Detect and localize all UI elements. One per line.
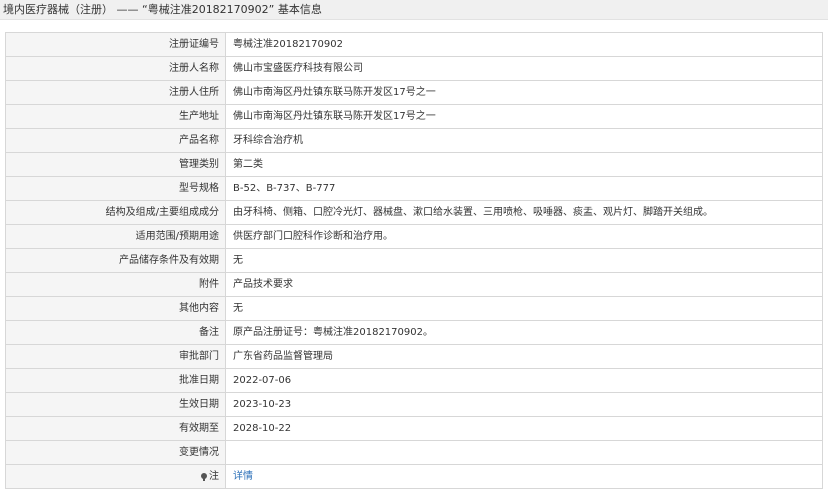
table-row: 附件 产品技术要求 <box>5 272 823 297</box>
table-row: 结构及组成/主要组成成分 由牙科椅、侧箱、口腔冷光灯、器械盘、漱口给水装置、三用… <box>5 200 823 225</box>
table-row: 有效期至 2028-10-22 <box>5 416 823 441</box>
table-row: 批准日期 2022-07-06 <box>5 368 823 393</box>
row-label: 备注 <box>5 320 226 345</box>
row-value: 供医疗部门口腔科作诊断和治疗用。 <box>225 224 823 249</box>
detail-link[interactable]: 详情 <box>233 471 253 482</box>
registration-info-table: 注册证编号 粤械注准20182170902 注册人名称 佛山市宝盛医疗科技有限公… <box>5 32 823 489</box>
pin-icon <box>201 473 207 481</box>
row-value: 无 <box>225 248 823 273</box>
row-value <box>225 440 823 465</box>
table-row: 其他内容 无 <box>5 296 823 321</box>
table-row: 变更情况 <box>5 440 823 465</box>
table-row: 产品储存条件及有效期 无 <box>5 248 823 273</box>
row-value: 2022-07-06 <box>225 368 823 393</box>
row-label: 产品储存条件及有效期 <box>5 248 226 273</box>
row-value: 原产品注册证号：粤械注准20182170902。 <box>225 320 823 345</box>
row-label: 生效日期 <box>5 392 226 417</box>
table-row: 管理类别 第二类 <box>5 152 823 177</box>
note-label: 注 <box>209 471 219 482</box>
row-label: 型号规格 <box>5 176 226 201</box>
table-row: 注册证编号 粤械注准20182170902 <box>5 32 823 57</box>
row-value: B-52、B-737、B-777 <box>225 176 823 201</box>
table-row: 生效日期 2023-10-23 <box>5 392 823 417</box>
row-label: 注册人名称 <box>5 56 226 81</box>
row-value: 第二类 <box>225 152 823 177</box>
table-row: 型号规格 B-52、B-737、B-777 <box>5 176 823 201</box>
row-label: 批准日期 <box>5 368 226 393</box>
table-row: 生产地址 佛山市南海区丹灶镇东联马陈开发区17号之一 <box>5 104 823 129</box>
row-label: 审批部门 <box>5 344 226 369</box>
row-value: 佛山市宝盛医疗科技有限公司 <box>225 56 823 81</box>
row-value: 由牙科椅、侧箱、口腔冷光灯、器械盘、漱口给水装置、三用喷枪、吸唾器、痰盂、观片灯… <box>225 200 823 225</box>
note-value-cell: 详情 <box>225 464 823 489</box>
row-value: 产品技术要求 <box>225 272 823 297</box>
note-row: 注 详情 <box>5 464 823 489</box>
row-label: 管理类别 <box>5 152 226 177</box>
note-label-cell: 注 <box>5 464 226 489</box>
row-value: 2028-10-22 <box>225 416 823 441</box>
table-row: 注册人名称 佛山市宝盛医疗科技有限公司 <box>5 56 823 81</box>
row-label: 有效期至 <box>5 416 226 441</box>
row-label: 生产地址 <box>5 104 226 129</box>
table-row: 审批部门 广东省药品监督管理局 <box>5 344 823 369</box>
row-label: 注册人住所 <box>5 80 226 105</box>
row-value: 2023-10-23 <box>225 392 823 417</box>
row-label: 注册证编号 <box>5 32 226 57</box>
page-title: 境内医疗器械（注册） —— “粤械注准20182170902” 基本信息 <box>0 0 828 20</box>
row-label: 其他内容 <box>5 296 226 321</box>
row-value: 粤械注准20182170902 <box>225 32 823 57</box>
row-value: 牙科综合治疗机 <box>225 128 823 153</box>
row-label: 变更情况 <box>5 440 226 465</box>
row-value: 广东省药品监督管理局 <box>225 344 823 369</box>
table-row: 备注 原产品注册证号：粤械注准20182170902。 <box>5 320 823 345</box>
table-row: 注册人住所 佛山市南海区丹灶镇东联马陈开发区17号之一 <box>5 80 823 105</box>
row-value: 佛山市南海区丹灶镇东联马陈开发区17号之一 <box>225 80 823 105</box>
row-value: 无 <box>225 296 823 321</box>
row-label: 附件 <box>5 272 226 297</box>
row-label: 适用范围/预期用途 <box>5 224 226 249</box>
row-label: 产品名称 <box>5 128 226 153</box>
table-row: 适用范围/预期用途 供医疗部门口腔科作诊断和治疗用。 <box>5 224 823 249</box>
row-label: 结构及组成/主要组成成分 <box>5 200 226 225</box>
row-value: 佛山市南海区丹灶镇东联马陈开发区17号之一 <box>225 104 823 129</box>
table-row: 产品名称 牙科综合治疗机 <box>5 128 823 153</box>
